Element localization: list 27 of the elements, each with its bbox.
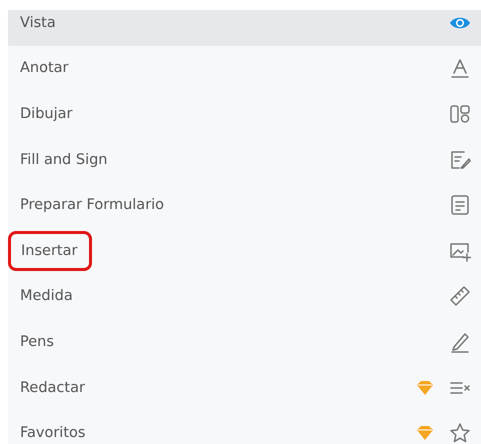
highlighted-label: Insertar <box>8 230 92 271</box>
menu-label: Redactar <box>20 378 86 398</box>
menu-item[interactable]: Anotar <box>8 46 481 92</box>
shapes-icon <box>449 102 471 125</box>
menu-item[interactable]: Pens <box>8 319 481 365</box>
pen-icon <box>449 330 471 353</box>
document-pen-icon <box>449 148 471 171</box>
menu-label: Medida <box>20 287 74 306</box>
menu-label: Fill and Sign <box>20 150 108 170</box>
menu-label: Vista <box>20 14 57 33</box>
menu-item[interactable]: Vista <box>8 10 481 46</box>
menu-item[interactable]: Fill and Sign <box>8 136 481 182</box>
menu-item[interactable]: Dibujar <box>8 91 481 137</box>
text-underline-icon <box>449 57 471 80</box>
form-icon <box>449 194 471 216</box>
menu-item[interactable]: Favoritos <box>8 410 481 444</box>
menu-label: Favoritos <box>20 424 86 444</box>
menu-label: Dibujar <box>20 104 74 124</box>
menu-label: Preparar Formulario <box>20 196 166 216</box>
ruler-icon <box>449 285 471 308</box>
menu-item[interactable]: Medida <box>8 274 481 320</box>
menu-label: Anotar <box>20 59 70 78</box>
menu-item[interactable]: Redactar <box>8 364 481 410</box>
menu-item[interactable]: Insertar <box>8 228 481 274</box>
menu-item[interactable]: Preparar Formulario <box>8 182 481 228</box>
star-icon <box>449 422 471 444</box>
menu-label: Pens <box>20 332 55 352</box>
